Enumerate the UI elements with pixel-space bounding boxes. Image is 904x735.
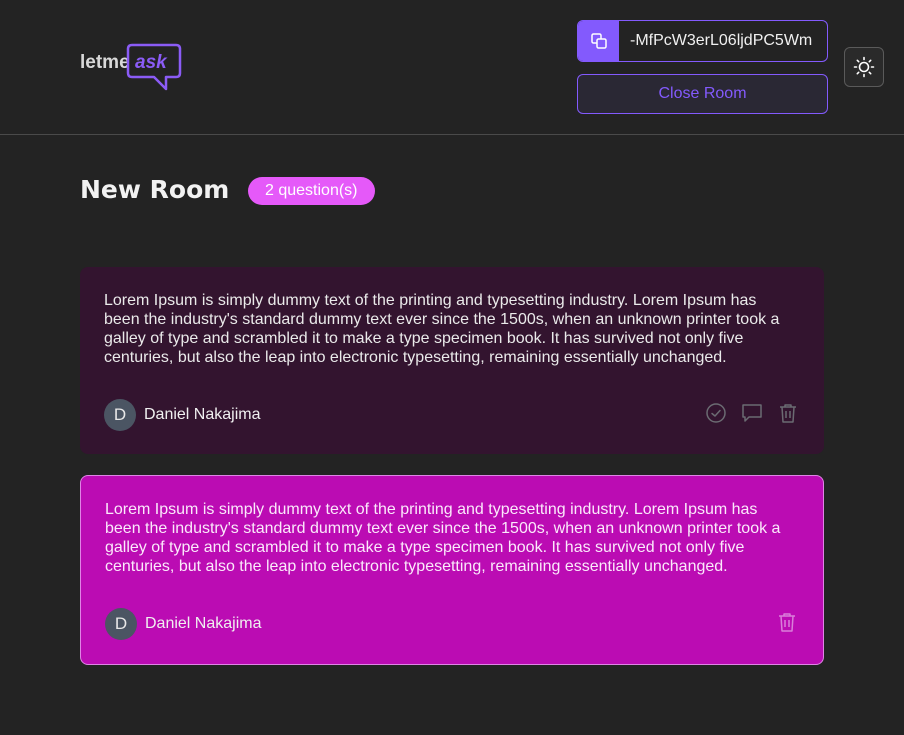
trash-icon[interactable] — [775, 610, 799, 634]
room-title: New Room — [80, 175, 230, 204]
room-code-button[interactable]: -MfPcW3erL06ljdPC5Wm — [577, 20, 828, 62]
copy-icon[interactable] — [578, 21, 619, 61]
author-name: Daniel Nakajima — [144, 406, 261, 423]
theme-toggle-button[interactable] — [844, 47, 884, 87]
logo-text-primary: letme — [80, 52, 130, 73]
close-room-button[interactable]: Close Room — [577, 74, 828, 114]
app-logo[interactable]: letme ask — [80, 43, 182, 91]
app-header: letme ask -MfPcW3erL06ljdPC5Wm Close Roo… — [0, 0, 904, 135]
sun-icon — [853, 56, 875, 78]
room-code-value: -MfPcW3erL06ljdPC5Wm — [630, 32, 813, 49]
question-actions — [704, 401, 800, 425]
question-actions — [775, 610, 799, 634]
question-author: D Daniel Nakajima — [105, 608, 262, 640]
question-count-badge: 2 question(s) — [248, 177, 375, 205]
question-card: Lorem Ipsum is simply dummy text of the … — [80, 267, 824, 454]
avatar: D — [105, 608, 137, 640]
avatar: D — [104, 399, 136, 431]
logo-text-accent: ask — [135, 52, 167, 73]
chat-bubble-icon[interactable] — [740, 401, 764, 425]
question-text: Lorem Ipsum is simply dummy text of the … — [104, 292, 780, 366]
check-circle-icon[interactable] — [704, 401, 728, 425]
question-author: D Daniel Nakajima — [104, 399, 261, 431]
question-card-highlighted: Lorem Ipsum is simply dummy text of the … — [80, 475, 824, 665]
question-text: Lorem Ipsum is simply dummy text of the … — [105, 501, 781, 575]
trash-icon[interactable] — [776, 401, 800, 425]
author-name: Daniel Nakajima — [145, 615, 262, 632]
